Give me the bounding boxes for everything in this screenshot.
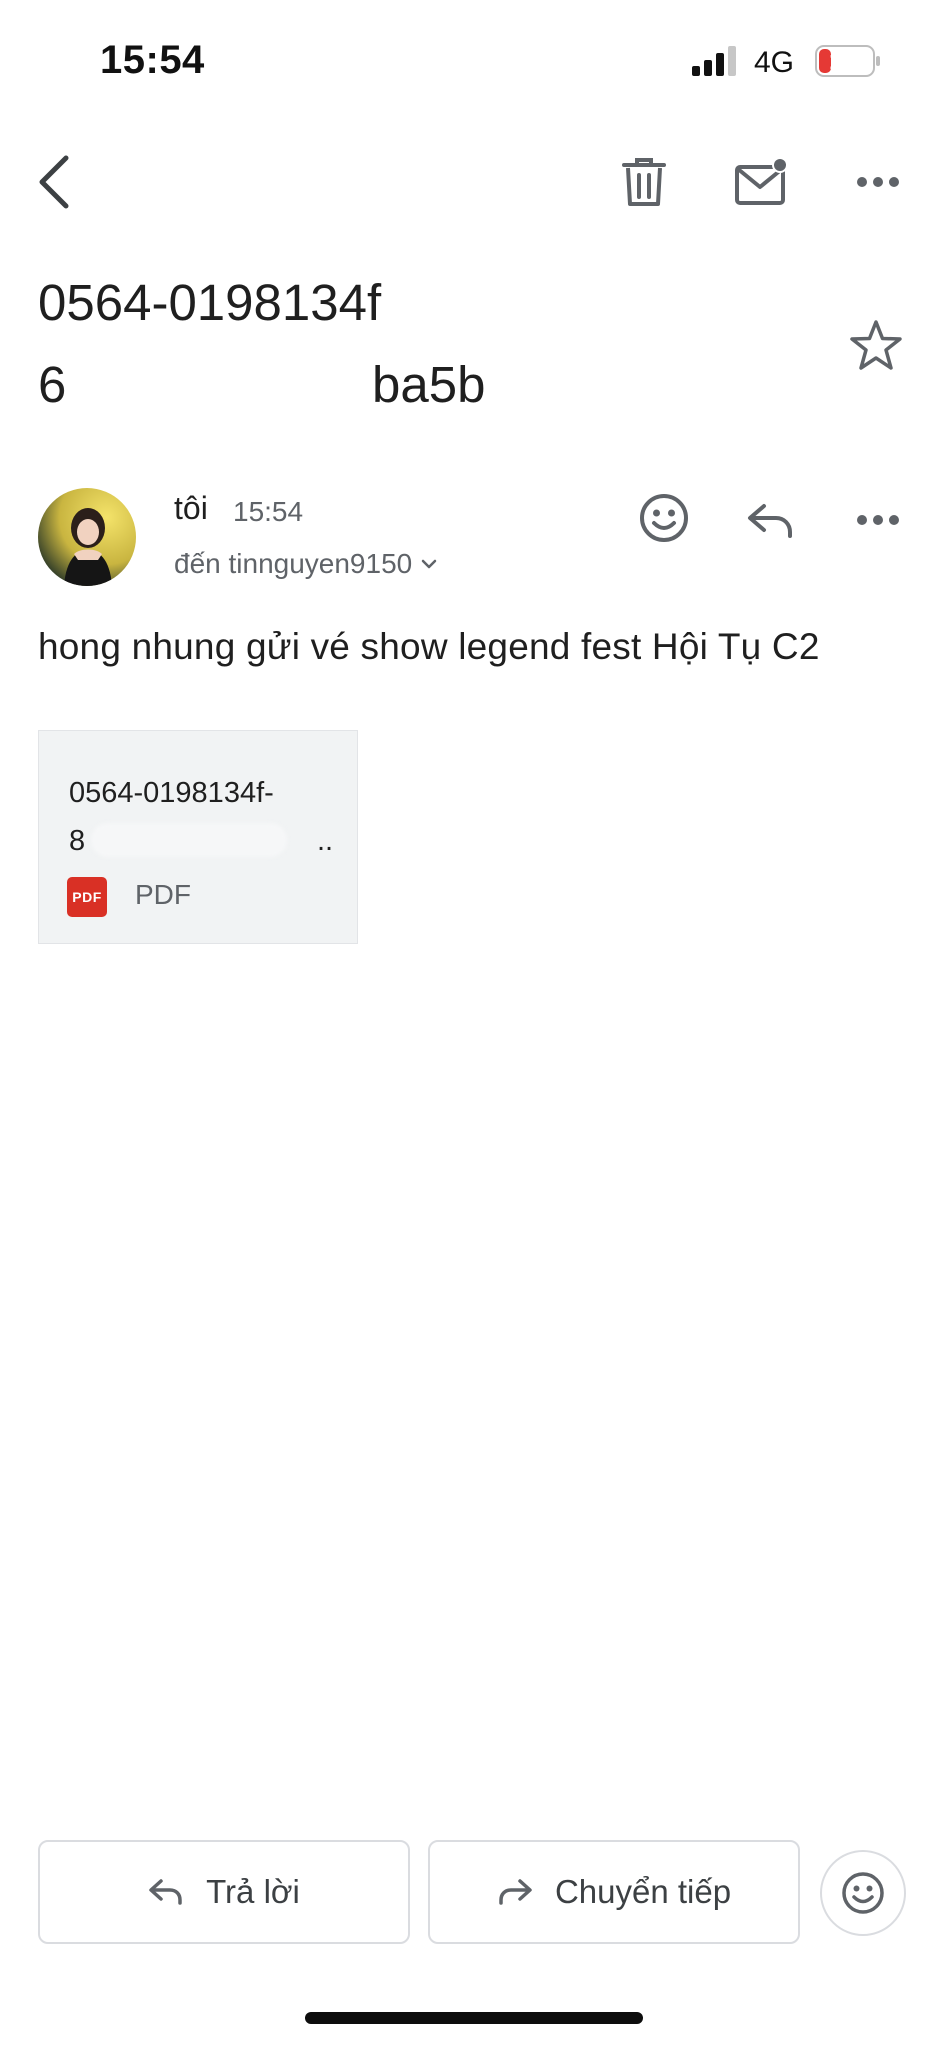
subject-redaction: [400, 278, 820, 330]
battery-icon: 11: [815, 45, 881, 77]
forward-label: Chuyển tiếp: [554, 1873, 732, 1910]
emoji-icon: [842, 1872, 884, 1914]
subject-line-1: 0564-0198134f: [38, 274, 382, 331]
reply-button[interactable]: Trả lời: [38, 1840, 410, 1944]
reply-icon: [149, 1879, 182, 1905]
sent-time: 15:54: [233, 496, 304, 527]
network-type: 4G: [754, 46, 795, 79]
more-horizontal-icon: [857, 515, 899, 525]
sender-name: tôi: [174, 490, 208, 526]
battery-level: 11: [829, 48, 855, 75]
reply-label: Trả lời: [206, 1873, 300, 1910]
pdf-icon: PDF: [67, 877, 107, 917]
chevron-down-icon: [421, 559, 437, 569]
delete-button[interactable]: [612, 150, 676, 214]
mail-unread-icon: [735, 157, 788, 205]
reply-icon: [748, 504, 792, 538]
attachment-type: PDF: [135, 879, 191, 910]
email-body: hong nhung gửi vé show legend fest Hội T…: [38, 626, 820, 667]
more-options-button[interactable]: [846, 150, 910, 214]
signal-icon: [692, 46, 736, 76]
forward-button[interactable]: Chuyển tiếp: [428, 1840, 800, 1944]
message-more-button[interactable]: [846, 488, 910, 552]
trash-icon: [622, 158, 666, 206]
mark-unread-button[interactable]: [730, 150, 794, 214]
emoji-icon: [640, 494, 688, 542]
email-subject: 0564-0198134f 6 ba5b: [38, 262, 828, 426]
attachment-card[interactable]: 0564-0198134f- 8 .. PDF PDF: [38, 730, 358, 944]
subject-redaction-2: [68, 362, 368, 412]
attachment-name-line-2-start: 8: [69, 825, 86, 857]
status-time: 15:54: [100, 38, 205, 82]
back-button[interactable]: [22, 150, 86, 214]
react-button[interactable]: [632, 486, 696, 550]
subject-line-2-end: ba5b: [372, 356, 486, 413]
attachment-name-line-1: 0564-0198134f-: [69, 777, 274, 809]
home-indicator[interactable]: [305, 2012, 643, 2024]
star-icon[interactable]: [848, 318, 904, 374]
attachment-name-line-2-end: ..: [317, 825, 334, 857]
emoji-reaction-button[interactable]: [820, 1850, 906, 1936]
avatar[interactable]: [38, 488, 136, 586]
forward-icon: [499, 1879, 532, 1905]
chevron-left-icon: [39, 155, 69, 209]
reply-icon-button[interactable]: [738, 488, 802, 552]
attachment-redaction: [91, 823, 287, 857]
more-horizontal-icon: [857, 177, 899, 187]
recipients-toggle[interactable]: đến tinnguyen9150: [174, 548, 438, 580]
subject-line-2-start: 6: [38, 356, 67, 413]
recipients-text: đến tinnguyen9150: [174, 548, 413, 579]
